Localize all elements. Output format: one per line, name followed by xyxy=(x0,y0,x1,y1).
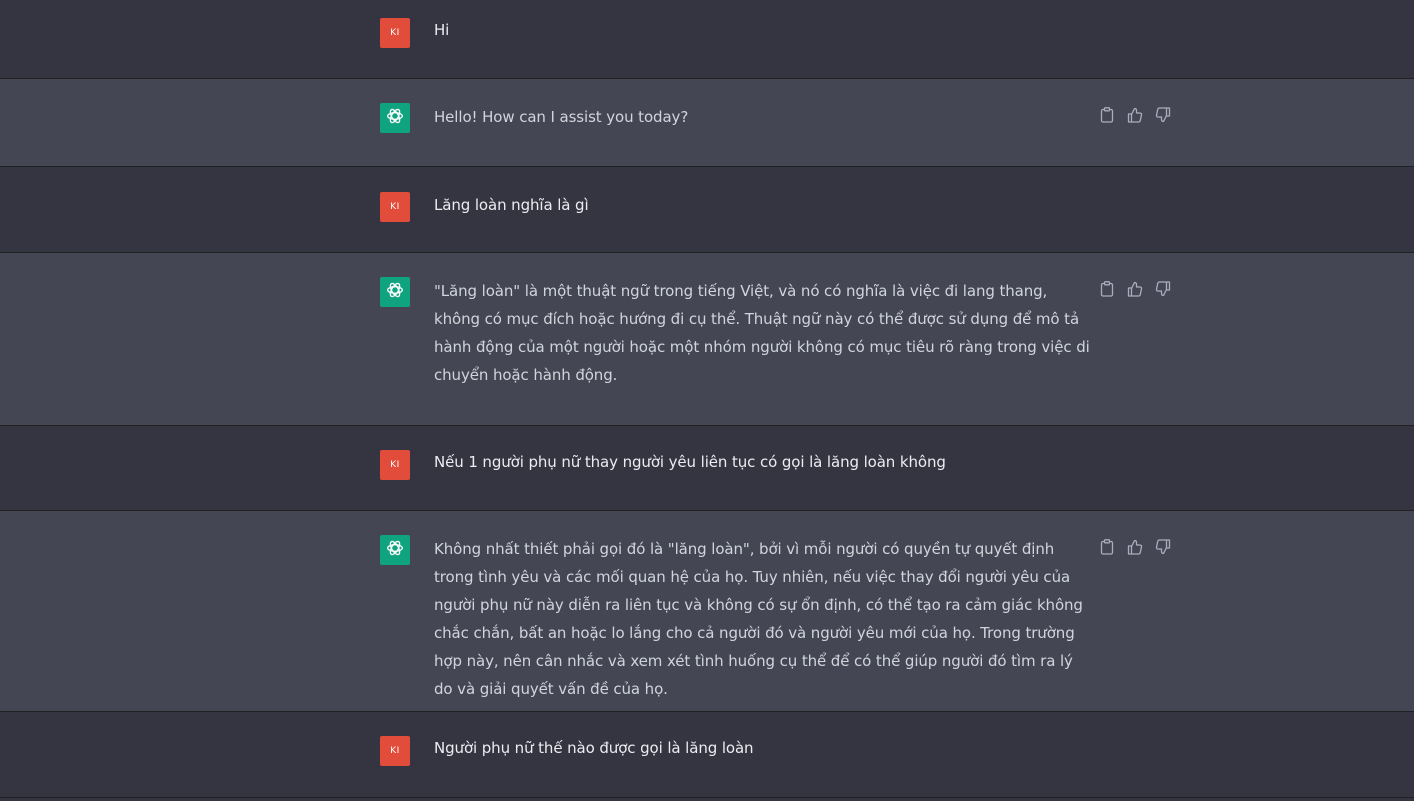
user-message-row: KI Hi xyxy=(0,0,1414,79)
thumbs-down-icon[interactable] xyxy=(1153,279,1173,299)
assistant-message-row: "Lăng loàn" là một thuật ngữ trong tiếng… xyxy=(0,253,1414,426)
user-message-text: Người phụ nữ thế nào được gọi là lăng lo… xyxy=(434,739,754,757)
thumbs-down-icon[interactable] xyxy=(1153,537,1173,557)
user-message-row: KI Người phụ nữ thế nào được gọi là lăng… xyxy=(0,712,1414,798)
thumbs-up-icon[interactable] xyxy=(1125,105,1145,125)
clipboard-icon[interactable] xyxy=(1097,105,1117,125)
assistant-avatar xyxy=(380,103,410,133)
openai-logo-icon xyxy=(384,105,406,131)
assistant-message-row: Không nhất thiết phải gọi đó là "lăng lo… xyxy=(0,511,1414,712)
assistant-avatar xyxy=(380,535,410,565)
user-message-row: KI Lăng loàn nghĩa là gì xyxy=(0,167,1414,253)
user-avatar: KI xyxy=(380,18,410,48)
assistant-message-text: "Lăng loàn" là một thuật ngữ trong tiếng… xyxy=(434,282,1090,384)
user-message-row: KI Nếu 1 người phụ nữ thay người yêu liê… xyxy=(0,426,1414,511)
assistant-message-text: Không nhất thiết phải gọi đó là "lăng lo… xyxy=(434,540,1083,698)
openai-logo-icon xyxy=(384,279,406,305)
user-message-text: Lăng loàn nghĩa là gì xyxy=(434,196,589,214)
assistant-message-row: Hello! How can I assist you today? xyxy=(0,79,1414,167)
user-message-text: Nếu 1 người phụ nữ thay người yêu liên t… xyxy=(434,453,946,471)
thumbs-down-icon[interactable] xyxy=(1153,105,1173,125)
clipboard-icon[interactable] xyxy=(1097,279,1117,299)
thumbs-up-icon[interactable] xyxy=(1125,279,1145,299)
message-actions xyxy=(1097,279,1173,299)
assistant-avatar xyxy=(380,277,410,307)
openai-logo-icon xyxy=(384,537,406,563)
user-avatar: KI xyxy=(380,736,410,766)
clipboard-icon[interactable] xyxy=(1097,537,1117,557)
message-actions xyxy=(1097,537,1173,557)
chat-thread: KI Hi Hello! How can I assist you today? xyxy=(0,0,1414,801)
message-actions xyxy=(1097,105,1173,125)
assistant-message-text: Hello! How can I assist you today? xyxy=(434,108,689,126)
user-avatar: KI xyxy=(380,450,410,480)
user-avatar: KI xyxy=(380,192,410,222)
user-message-text: Hi xyxy=(434,21,450,39)
thumbs-up-icon[interactable] xyxy=(1125,537,1145,557)
